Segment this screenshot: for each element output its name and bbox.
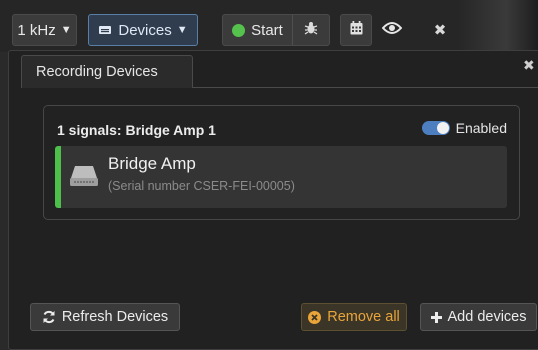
panel-close-icon[interactable]: ✖ xyxy=(523,57,535,74)
signal-group-title: 1 signals: Bridge Amp 1 xyxy=(57,122,216,138)
tab-label: Recording Devices xyxy=(36,64,158,80)
remove-all-label: Remove all xyxy=(327,309,400,325)
enabled-toggle[interactable]: Enabled xyxy=(421,120,507,136)
run-controls: Start xyxy=(222,14,330,46)
device-card[interactable]: Bridge Amp (Serial number CSER-FEI-00005… xyxy=(55,146,507,208)
toolbar-close-button[interactable]: ✖ xyxy=(428,14,452,46)
refresh-icon xyxy=(42,310,56,324)
start-button[interactable]: Start xyxy=(223,15,293,45)
device-serial: (Serial number CSER-FEI-00005) xyxy=(108,179,295,193)
chevron-down-icon: ▼ xyxy=(176,24,188,36)
add-devices-button[interactable]: Add devices xyxy=(420,303,537,331)
toolbar-shade xyxy=(458,0,538,52)
devices-icon xyxy=(98,24,112,36)
refresh-label: Refresh Devices xyxy=(61,309,169,325)
devices-label: Devices xyxy=(118,21,172,39)
debug-button[interactable] xyxy=(293,15,329,45)
recording-devices-panel: Recording Devices ✖ 1 signals: Bridge Am… xyxy=(8,50,538,350)
bug-icon xyxy=(303,20,319,41)
start-label: Start xyxy=(251,21,283,39)
chevron-down-icon: ▼ xyxy=(60,24,72,36)
remove-circle-icon xyxy=(308,310,322,324)
tab-divider xyxy=(193,87,538,88)
close-icon: ✖ xyxy=(433,22,447,39)
devices-dropdown[interactable]: Devices ▼ xyxy=(88,14,198,46)
remove-all-button[interactable]: Remove all xyxy=(301,303,407,331)
plus-icon xyxy=(430,311,442,323)
refresh-devices-button[interactable]: Refresh Devices xyxy=(30,303,180,331)
view-toggle-button[interactable] xyxy=(378,14,406,46)
toggle-switch-icon[interactable] xyxy=(421,121,450,135)
enabled-label: Enabled xyxy=(455,120,507,136)
calendar-icon xyxy=(350,21,363,39)
toolbar: 1 kHz ▼ Devices ▼ Start ✖ xyxy=(0,0,538,52)
eye-icon xyxy=(381,21,403,40)
device-hardware-icon xyxy=(69,164,99,193)
tab-recording-devices[interactable]: Recording Devices xyxy=(21,55,193,88)
sample-rate-label: 1 kHz xyxy=(17,21,56,39)
calendar-button[interactable] xyxy=(340,14,372,46)
sample-rate-dropdown[interactable]: 1 kHz ▼ xyxy=(12,14,77,46)
device-name: Bridge Amp xyxy=(108,154,196,173)
status-dot-icon xyxy=(232,23,246,37)
add-devices-label: Add devices xyxy=(447,309,527,325)
signal-group: 1 signals: Bridge Amp 1 Enabled Bridge A… xyxy=(43,105,520,220)
